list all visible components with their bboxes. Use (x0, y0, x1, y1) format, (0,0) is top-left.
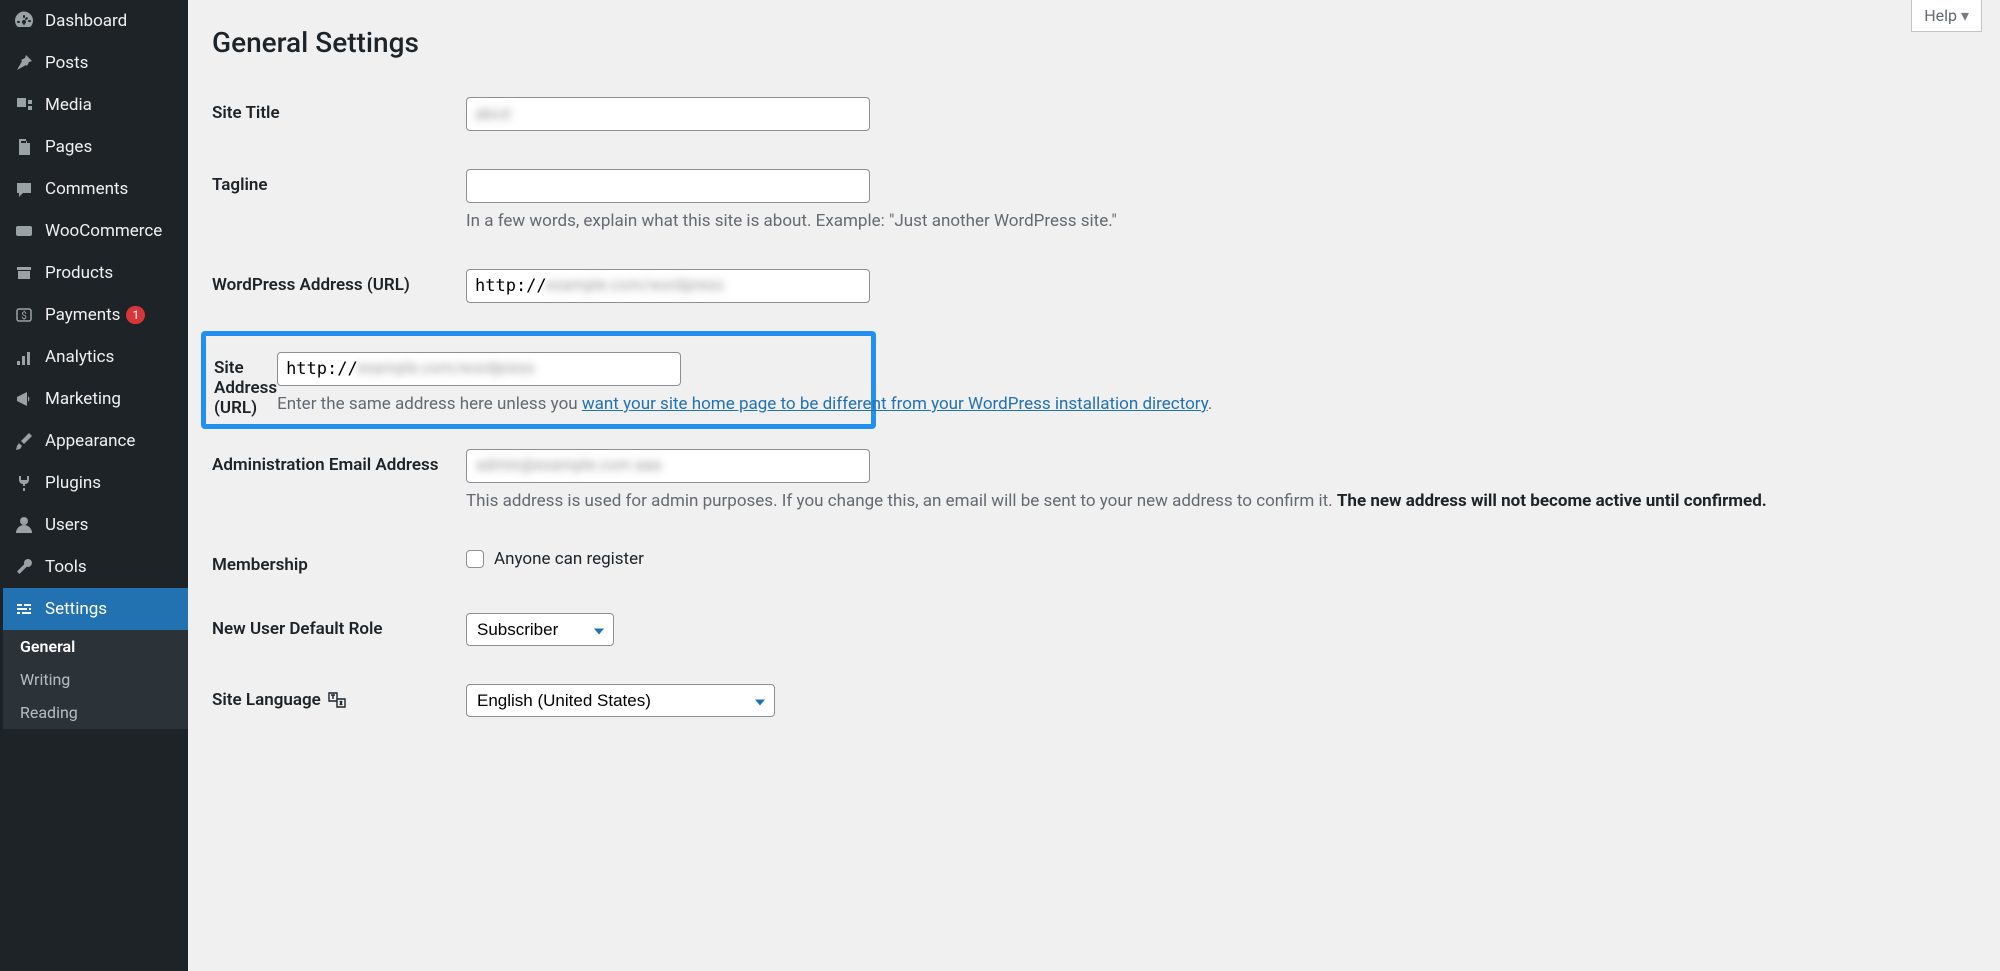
page-title: General Settings (212, 26, 1976, 59)
sidebar-label: WooCommerce (45, 221, 162, 241)
sidebar-item-posts[interactable]: Posts (3, 42, 188, 84)
main-content: Help General Settings Site Title abcd Ta… (188, 0, 2000, 971)
default-role-select[interactable]: Subscriber (466, 613, 614, 646)
label-admin-email: Administration Email Address (212, 449, 466, 511)
payments-badge: 1 (126, 306, 145, 324)
pushpin-icon (13, 52, 35, 74)
sidebar-item-appearance[interactable]: Appearance (3, 420, 188, 462)
row-membership: Membership Anyone can register (212, 539, 1976, 585)
sidebar-label: Payments (45, 305, 120, 325)
sidebar-item-tools[interactable]: Tools (3, 546, 188, 588)
pages-icon (13, 136, 35, 158)
sidebar-label: Analytics (45, 347, 114, 367)
plug-icon (13, 472, 35, 494)
sidebar-label: Posts (45, 53, 88, 73)
sidebar-item-payments[interactable]: $ Payments 1 (3, 294, 188, 336)
row-site-address: Site Address (URL) example.com/wordpress… (214, 342, 869, 418)
help-label: Help (1924, 6, 1957, 25)
sidebar-label: Media (45, 95, 92, 115)
label-site-title: Site Title (212, 97, 466, 131)
sidebar-item-media[interactable]: Media (3, 84, 188, 126)
sidebar-item-woocommerce[interactable]: WooCommerce (3, 210, 188, 252)
row-site-title: Site Title abcd (212, 87, 1976, 141)
label-membership: Membership (212, 549, 466, 575)
site-address-highlight: Site Address (URL) example.com/wordpress… (201, 331, 876, 429)
dollar-icon: $ (13, 304, 35, 326)
membership-checkbox[interactable] (466, 550, 484, 568)
membership-checkbox-label[interactable]: Anyone can register (494, 549, 644, 569)
sidebar-item-dashboard[interactable]: Dashboard (3, 0, 188, 42)
label-wp-address: WordPress Address (URL) (212, 269, 466, 303)
row-site-language: Site Language English (United States) (212, 674, 1976, 727)
admin-sidebar: Dashboard Posts Media Pages Comments Woo… (0, 0, 188, 971)
sidebar-item-marketing[interactable]: Marketing (3, 378, 188, 420)
tagline-description: In a few words, explain what this site i… (466, 211, 1976, 231)
sidebar-label: Settings (45, 599, 107, 619)
sidebar-label: Products (45, 263, 113, 283)
site-address-description: Enter the same address here unless you w… (277, 394, 1212, 414)
sidebar-item-comments[interactable]: Comments (3, 168, 188, 210)
comment-icon (13, 178, 35, 200)
sidebar-label: Tools (45, 557, 87, 577)
sidebar-item-users[interactable]: Users (3, 504, 188, 546)
tagline-input[interactable] (466, 169, 870, 203)
sidebar-item-analytics[interactable]: Analytics (3, 336, 188, 378)
site-language-select[interactable]: English (United States) (466, 684, 775, 717)
site-title-input[interactable] (466, 97, 870, 131)
sidebar-label: Appearance (45, 431, 135, 451)
label-site-language: Site Language (212, 684, 466, 717)
help-tab[interactable]: Help (1911, 0, 1982, 32)
sidebar-label: Marketing (45, 389, 121, 409)
sidebar-sub-writing[interactable]: Writing (3, 663, 188, 696)
sidebar-label: Dashboard (45, 11, 127, 31)
label-site-address: Site Address (URL) (214, 352, 277, 418)
sidebar-sub-general[interactable]: General (3, 630, 188, 663)
gauge-icon (13, 10, 35, 32)
admin-email-description: This address is used for admin purposes.… (466, 491, 1976, 511)
sidebar-label: Plugins (45, 473, 101, 493)
media-icon (13, 94, 35, 116)
row-tagline: Tagline In a few words, explain what thi… (212, 159, 1976, 241)
sidebar-item-settings[interactable]: Settings (3, 588, 188, 630)
woocommerce-icon (13, 220, 35, 242)
sliders-icon (13, 598, 35, 620)
sidebar-item-pages[interactable]: Pages (3, 126, 188, 168)
row-wp-address: WordPress Address (URL) example.com/word… (212, 259, 1976, 313)
row-admin-email: Administration Email Address admin@examp… (212, 439, 1976, 521)
sidebar-label: Users (45, 515, 88, 535)
sidebar-label: Comments (45, 179, 128, 199)
user-icon (13, 514, 35, 536)
sidebar-label: Pages (45, 137, 92, 157)
svg-text:$: $ (21, 309, 27, 322)
chart-icon (13, 346, 35, 368)
row-default-role: New User Default Role Subscriber (212, 603, 1976, 656)
sidebar-item-plugins[interactable]: Plugins (3, 462, 188, 504)
sidebar-item-products[interactable]: Products (3, 252, 188, 294)
label-tagline: Tagline (212, 169, 466, 231)
brush-icon (13, 430, 35, 452)
label-default-role: New User Default Role (212, 613, 466, 646)
site-address-link[interactable]: want your site home page to be different… (582, 394, 1208, 414)
wrench-icon (13, 556, 35, 578)
translate-icon (327, 690, 347, 715)
megaphone-icon (13, 388, 35, 410)
sidebar-sub-reading[interactable]: Reading (3, 696, 188, 729)
archive-icon (13, 262, 35, 284)
